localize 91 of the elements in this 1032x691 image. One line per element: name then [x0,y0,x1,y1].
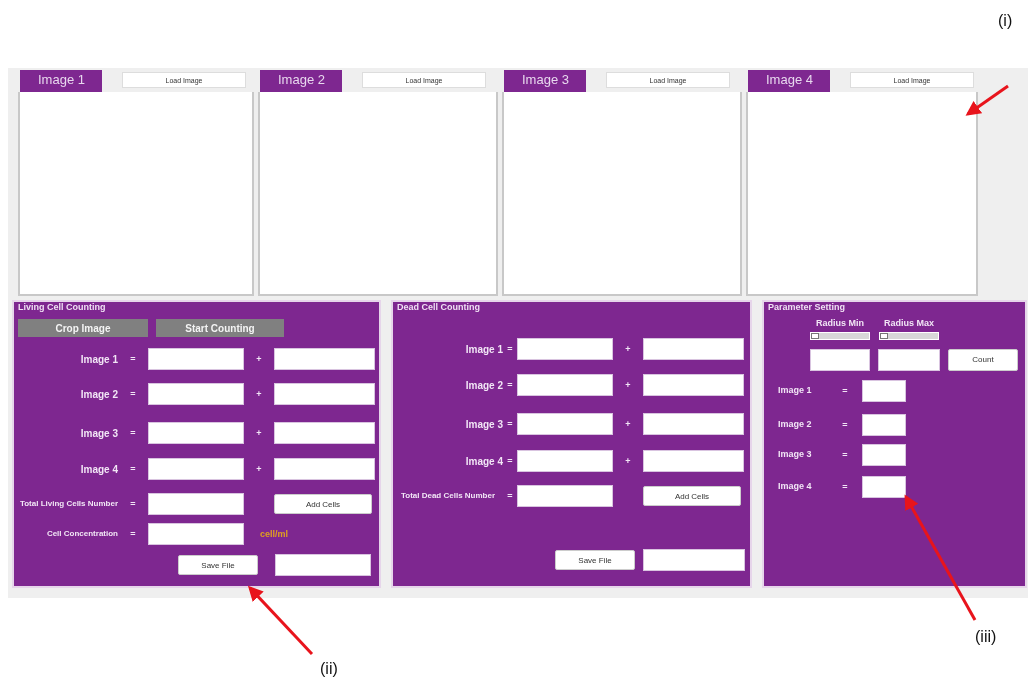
equals-sign: = [506,344,514,354]
image-tab[interactable]: Image 1 [20,70,102,92]
equals-sign: = [506,456,514,466]
row-label: Image 1 [79,353,118,365]
row-label: Image 3 [79,427,118,439]
row-label: Total Living Cells Number [18,499,118,509]
add-cells-button[interactable]: Add Cells [274,494,372,514]
equals-sign: = [129,499,137,509]
radius-slider[interactable] [879,331,939,340]
group-title: Dead Cell Counting [396,302,481,313]
equals-sign: = [841,449,849,460]
equals-sign: = [129,389,137,399]
image-tab[interactable]: Image 4 [748,70,830,92]
equals-sign: = [129,354,137,364]
radius-field[interactable] [810,348,870,371]
equals-sign: = [129,464,137,474]
concentration-field[interactable] [148,523,244,545]
total-field[interactable] [148,493,244,515]
row-label: Image 4 [778,481,813,492]
equals-sign: = [506,491,514,501]
row-label: Image 2 [778,419,813,430]
equals-sign: = [841,385,849,396]
row-label: Image 1 [464,343,503,355]
row-label: Image 4 [79,463,118,475]
unit-label: cell/ml [259,529,289,539]
image-tab[interactable]: Image 3 [504,70,586,92]
count-field[interactable] [517,374,613,396]
annotation-label: (iii) [975,628,997,646]
result-field[interactable] [862,413,906,436]
count-field[interactable] [274,383,375,405]
count-field[interactable] [517,413,613,435]
count-field[interactable] [643,413,744,435]
row-label: Cell Concentration [45,529,118,539]
pointer-arrow [965,84,1009,116]
slider-thumb[interactable] [880,332,888,339]
count-field[interactable] [274,422,375,444]
count-field[interactable] [643,374,744,396]
radius-slider[interactable] [810,331,870,340]
plus-sign: + [255,464,263,474]
add-cells-button[interactable]: Add Cells [643,486,741,506]
result-field[interactable] [862,475,906,498]
count-field[interactable] [643,338,744,360]
row-label: Image 2 [464,379,503,391]
slider-label: Radius Max [884,319,934,329]
count-field[interactable] [148,348,244,370]
slider-thumb[interactable] [811,332,819,339]
annotation-label: (i) [998,12,1013,30]
group-title: Parameter Setting [767,302,847,313]
file-name-field[interactable] [275,554,371,576]
count-field[interactable] [274,348,375,370]
count-field[interactable] [274,458,375,480]
plus-sign: + [255,354,263,364]
group-title: Living Cell Counting [17,302,107,313]
image-tab[interactable]: Image 2 [260,70,342,92]
equals-sign: = [506,419,514,429]
total-field[interactable] [517,485,613,507]
row-label: Image 4 [464,455,503,467]
row-label: Image 2 [79,388,118,400]
save-file-button[interactable]: Save File [178,555,258,575]
equals-sign: = [129,428,137,438]
plus-sign: + [255,428,263,438]
plus-sign: + [624,380,632,390]
row-label: Image 1 [778,385,813,396]
count-field[interactable] [148,458,244,480]
count-field[interactable] [148,383,244,405]
crop-image-button[interactable]: Crop Image [18,319,148,337]
equals-sign: = [841,419,849,430]
start-counting-button[interactable]: Start Counting [156,319,284,337]
count-field[interactable] [517,450,613,472]
pointer-arrow [247,585,314,656]
count-field[interactable] [148,422,244,444]
file-name-field[interactable] [643,549,745,571]
slider-label: Radius Min [816,319,864,329]
plus-sign: + [624,456,632,466]
save-file-button[interactable]: Save File [555,550,635,570]
plus-sign: + [624,419,632,429]
count-button[interactable]: Count [948,348,1018,371]
row-label: Image 3 [778,449,813,460]
result-field[interactable] [862,443,906,466]
count-field[interactable] [517,338,613,360]
row-label: Image 3 [464,418,503,430]
result-field[interactable] [862,379,906,402]
annotation-label: (ii) [320,660,338,678]
plus-sign: + [255,389,263,399]
equals-sign: = [506,380,514,390]
count-field[interactable] [643,450,744,472]
radius-field[interactable] [878,348,940,371]
row-label: Total Dead Cells Number [399,491,497,501]
equals-sign: = [841,481,849,492]
equals-sign: = [129,529,137,539]
plus-sign: + [624,344,632,354]
